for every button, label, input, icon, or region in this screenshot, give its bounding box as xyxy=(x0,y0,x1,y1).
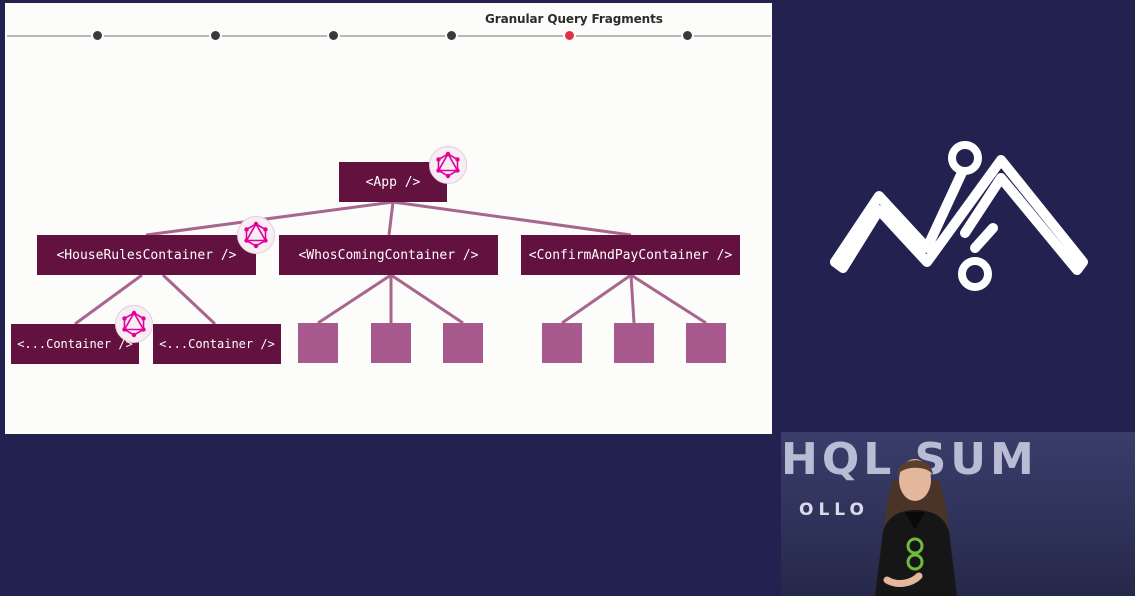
speaker-figure xyxy=(875,459,957,596)
tree-node-confirm-pay: <ConfirmAndPayContainer /> xyxy=(521,235,740,275)
graphql-icon xyxy=(115,305,153,343)
tree-leaf xyxy=(371,323,411,363)
tree-leaf xyxy=(542,323,582,363)
tree-node-house-rules: <HouseRulesContainer /> xyxy=(37,235,256,275)
tree-leaf xyxy=(686,323,726,363)
slide: Granular Query Fragments <App /> <HouseR… xyxy=(5,3,772,434)
speaker-video: HQL SUM OLLO xyxy=(781,432,1135,596)
graphql-icon xyxy=(429,146,467,184)
tree-leaf xyxy=(298,323,338,363)
tree-leaf xyxy=(443,323,483,363)
tree-node-container: <...Container /> xyxy=(153,324,281,364)
graphql-icon xyxy=(237,216,275,254)
apollo-logo-icon xyxy=(830,141,1088,291)
tree-node-whos-coming: <WhosComingContainer /> xyxy=(279,235,498,275)
tree-leaf xyxy=(614,323,654,363)
tree-connectors xyxy=(74,200,707,326)
